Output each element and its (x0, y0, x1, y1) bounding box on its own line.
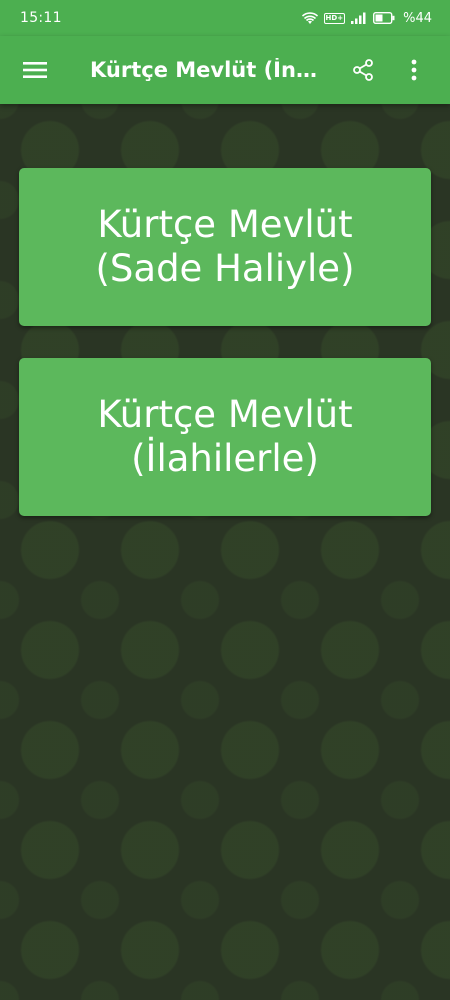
battery-icon (373, 12, 395, 24)
card-sade-haliyle[interactable]: Kürtçe Mevlüt (Sade Haliyle) (19, 168, 431, 326)
signal-icon (351, 12, 366, 24)
card-title-line1: Kürtçe Mevlüt (97, 393, 353, 436)
card-title-line2: (Sade Haliyle) (95, 247, 355, 290)
battery-percent: %44 (403, 10, 432, 26)
more-options-button[interactable] (390, 36, 438, 104)
card-ilahilerle[interactable]: Kürtçe Mevlüt (İlahilerle) (19, 358, 431, 516)
more-vert-icon (411, 59, 417, 81)
share-button[interactable] (336, 36, 390, 104)
status-bar: 15:11 HD+ %44 (0, 0, 450, 36)
card-title-line2: (İlahilerle) (131, 437, 319, 480)
hamburger-menu-icon (23, 62, 47, 78)
status-icons: HD+ %44 (301, 10, 432, 26)
card-title-line1: Kürtçe Mevlüt (97, 203, 353, 246)
status-time: 15:11 (20, 10, 62, 26)
hd-badge: HD+ (323, 12, 346, 24)
wifi-icon (301, 11, 318, 24)
content-area: Kürtçe Mevlüt (Sade Haliyle) Kürtçe Mevl… (19, 168, 431, 548)
app-bar: Kürtçe Mevlüt (İnt… (0, 36, 450, 104)
app-title: Kürtçe Mevlüt (İnt… (90, 58, 326, 82)
share-icon (353, 59, 373, 81)
menu-button[interactable] (0, 36, 70, 104)
